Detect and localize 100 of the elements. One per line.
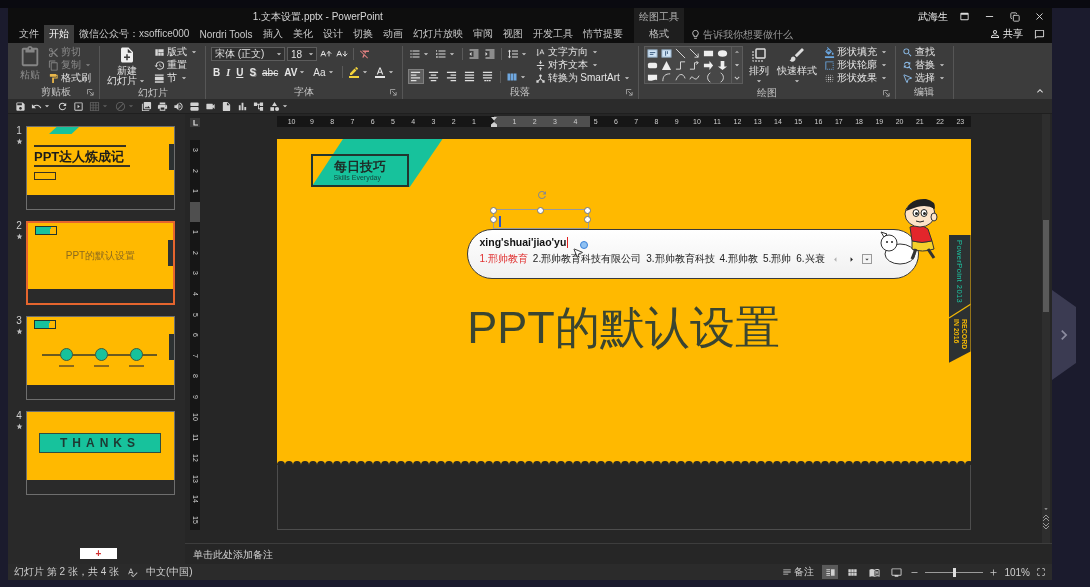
printer-button[interactable] [156, 99, 169, 113]
line-spacing-icon [506, 48, 519, 60]
table-icon [89, 100, 100, 112]
down-arrow-icon[interactable] [717, 59, 729, 71]
character-spacing-button[interactable]: AV [282, 65, 310, 79]
ime-candidate[interactable]: 4.邢帅教 [719, 252, 758, 266]
format-painter-button[interactable]: 格式刷 [47, 72, 94, 84]
zoom-in-icon[interactable] [989, 567, 999, 577]
slide-thumbnail[interactable] [26, 316, 175, 400]
slideshow-button[interactable] [72, 99, 85, 113]
find-button[interactable]: 查找 [900, 46, 948, 58]
tab-stop-icon[interactable] [190, 118, 200, 127]
hierarchy-button[interactable] [252, 99, 265, 113]
star-icon [15, 328, 23, 335]
rotate-handle-icon[interactable] [535, 189, 548, 201]
arrange-button[interactable]: 排列 [746, 46, 771, 87]
italic-button[interactable]: I [224, 65, 233, 79]
normal-view-button[interactable] [822, 565, 839, 579]
text-box-icon[interactable] [647, 47, 659, 59]
select-button[interactable]: 选择 [900, 72, 948, 84]
share-button[interactable]: 共享 [987, 26, 1025, 42]
dialog-launcher-icon[interactable] [87, 88, 94, 96]
align-text-button[interactable]: 对齐文本 [533, 59, 633, 71]
shapes-icon [269, 100, 280, 112]
elbow-arrow-icon[interactable] [689, 59, 701, 71]
ribbon-tab[interactable]: 开始 [44, 25, 74, 43]
shape-fill-button[interactable]: 形状填充 [822, 46, 890, 58]
ime-candidate[interactable]: 6.兴衰 [796, 252, 825, 266]
shape-outline-button[interactable]: 形状轮廓 [822, 59, 890, 71]
resize-handle-icon[interactable] [537, 206, 544, 214]
document-button[interactable] [220, 99, 233, 113]
slide-thumbnail[interactable]: THANKS [26, 411, 175, 495]
line-icon[interactable] [675, 47, 687, 59]
double-up-arrow-icon[interactable] [1043, 515, 1049, 521]
expand-candidates-button[interactable] [861, 254, 872, 264]
slide-show-button[interactable] [888, 565, 905, 579]
diagonal-line [948, 303, 971, 320]
section-button[interactable]: 节 [153, 72, 200, 84]
pictures-button[interactable] [140, 99, 153, 113]
ribbon-tab[interactable]: 动画 [377, 25, 408, 43]
text-shadow-button[interactable]: S [247, 65, 259, 79]
ribbon-tab[interactable]: 美化 [287, 25, 318, 43]
shape-effects-button[interactable]: 形状效果 [822, 72, 890, 84]
ribbon-tab[interactable]: 幻灯片放映 [407, 25, 468, 43]
ribbon-tab[interactable]: 文件 [14, 25, 44, 43]
layout-button[interactable]: 版式 [153, 46, 200, 58]
slide-thumbnail[interactable]: PPT达人炼成记 [26, 126, 175, 210]
align-left-button[interactable] [407, 69, 424, 84]
fit-to-window-icon[interactable] [1036, 567, 1046, 577]
distributed-icon [482, 71, 494, 82]
ribbon-tab[interactable]: 视图 [497, 25, 528, 43]
ribbon-tab[interactable]: 审阅 [467, 25, 498, 43]
dialog-launcher-icon[interactable] [625, 88, 633, 96]
ime-candidate[interactable]: 5.邢帅 [762, 252, 792, 266]
freeform-icon[interactable] [661, 71, 673, 83]
ribbon-tab[interactable]: 设计 [317, 25, 348, 43]
oval-icon[interactable] [717, 47, 729, 59]
font-name-combo[interactable]: 宋体 (正文) [211, 47, 285, 61]
dialog-launcher-icon[interactable] [389, 88, 397, 96]
printer-icon [157, 100, 168, 112]
vertical-scrollbar[interactable] [1042, 114, 1050, 543]
font-size-combo[interactable]: 18 [287, 47, 317, 61]
strikethrough-button[interactable]: abc [260, 65, 281, 79]
double-down-arrow-icon[interactable] [1043, 523, 1049, 529]
layout-button[interactable] [188, 99, 201, 113]
notes-button[interactable]: 备注 [780, 565, 817, 579]
underline-button[interactable]: U [234, 65, 246, 79]
zoom-slider-thumb[interactable] [952, 567, 956, 577]
triangle-icon[interactable] [661, 59, 673, 71]
badge-title: 每日技巧 [333, 159, 386, 174]
ribbon-tab[interactable]: Nordri Tools [194, 25, 258, 43]
ime-candidate[interactable]: 3.邢帅教育科技 [646, 252, 715, 266]
reset-button[interactable]: 重置 [153, 59, 200, 71]
ime-candidate[interactable]: 2.邢帅教育科技有限公司 [532, 252, 642, 266]
arc-icon[interactable] [675, 71, 687, 83]
ribbon-tab[interactable]: 情节提要 [577, 25, 628, 43]
change-case-button[interactable]: Aa [311, 65, 338, 79]
arrow-line-icon[interactable] [689, 47, 701, 59]
scrollbar-thumb[interactable] [1043, 220, 1049, 312]
ribbon-tab[interactable]: 格式 [633, 25, 684, 43]
bold-button[interactable]: B [211, 65, 223, 79]
right-arrow-icon[interactable] [703, 59, 715, 71]
ribbon-tab[interactable]: 微信公众号：xsoffice000 [74, 25, 195, 43]
text-direction-button[interactable]: 文字方向 [533, 46, 633, 58]
save-button[interactable] [14, 99, 27, 113]
ribbon-tab[interactable]: 切换 [347, 25, 378, 43]
vertical-text-box-icon[interactable] [661, 47, 673, 59]
elbow-connector-icon[interactable] [675, 59, 687, 71]
tell-me-search-field[interactable]: 告诉我你想要做什么 [702, 27, 807, 41]
new-slide-button[interactable]: 新建 幻灯片 [105, 46, 149, 87]
quick-styles-button[interactable]: 快速样式 [774, 46, 819, 87]
dialog-launcher-icon[interactable] [882, 89, 890, 97]
add-button[interactable]: + [80, 548, 117, 559]
ribbon-tab[interactable]: 插入 [257, 25, 288, 43]
ribbon-tab[interactable]: 开发工具 [527, 25, 578, 43]
ime-candidate[interactable]: 1.邢帅教育 [479, 252, 528, 266]
replace-button[interactable]: 替换 [900, 59, 948, 71]
indent-marker-icon[interactable] [491, 116, 498, 127]
spell-check-button[interactable] [127, 566, 138, 578]
smartart-button[interactable]: 转换为 SmartArt [533, 72, 633, 84]
